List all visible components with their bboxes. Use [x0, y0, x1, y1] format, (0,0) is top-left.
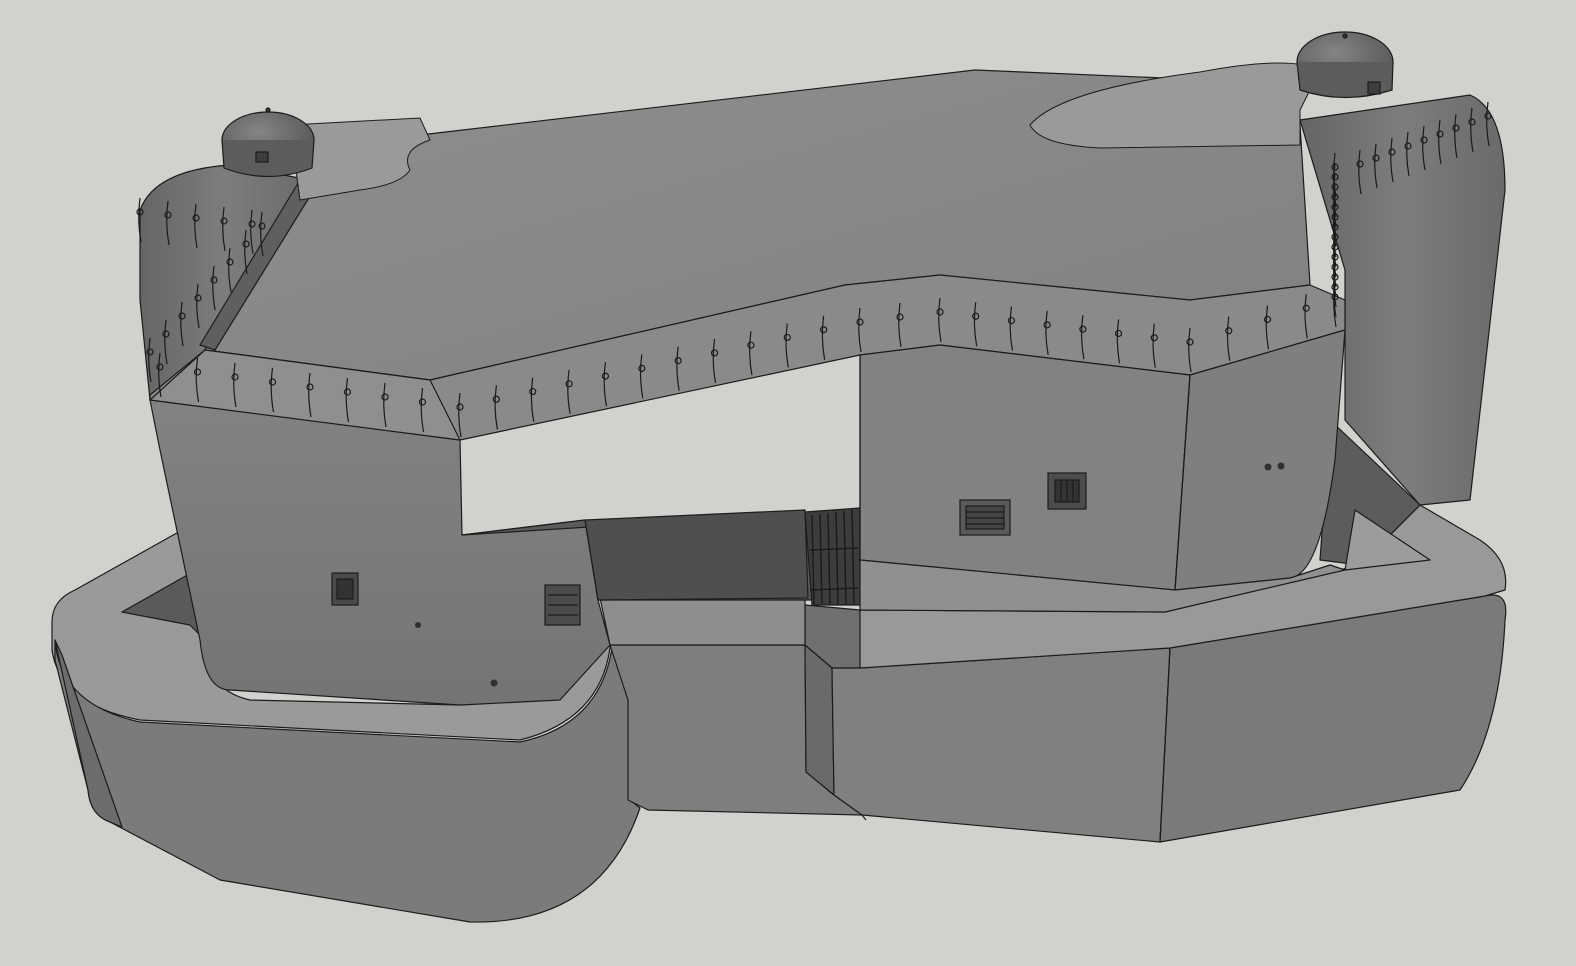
bunker-3d-model[interactable] [0, 0, 1576, 966]
sketchup-viewport[interactable] [0, 0, 1576, 966]
right-cupola [1296, 31, 1394, 99]
